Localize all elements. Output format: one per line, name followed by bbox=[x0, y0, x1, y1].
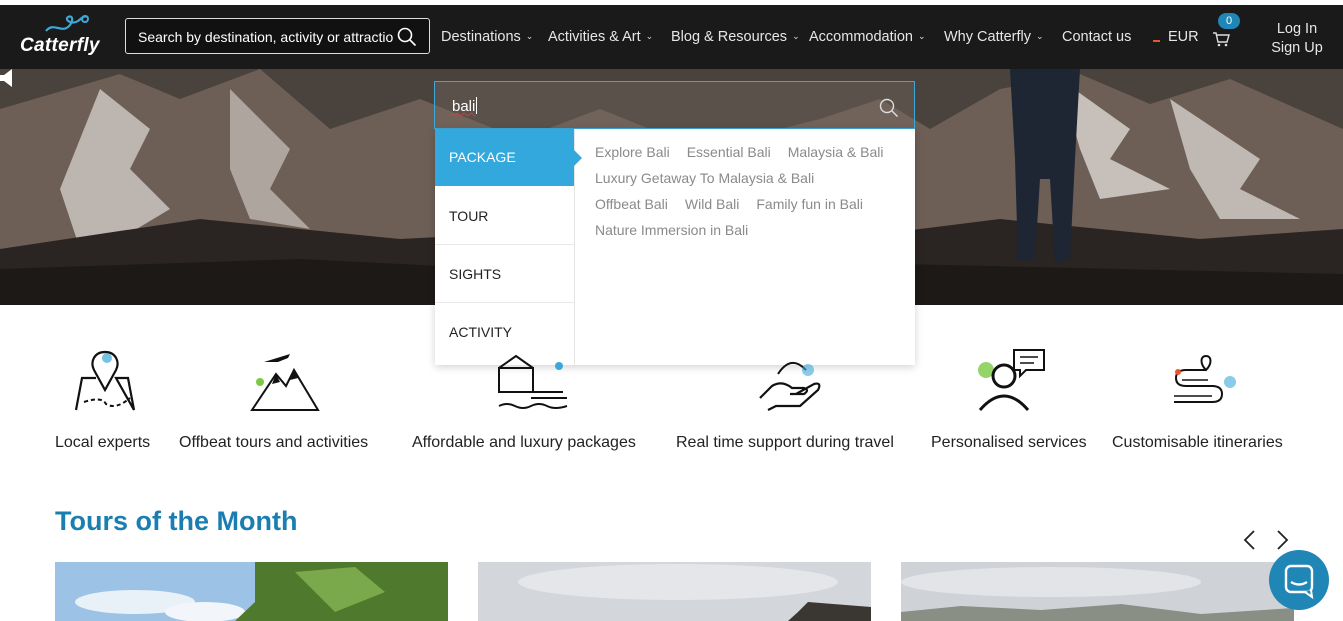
feature-label: Personalised services bbox=[931, 434, 1087, 451]
category-tour[interactable]: TOUR bbox=[435, 188, 574, 245]
resort-icon bbox=[498, 354, 568, 409]
currency-dash bbox=[1153, 40, 1160, 42]
suggestion-link[interactable]: Luxury Getaway To Malaysia & Bali bbox=[595, 165, 814, 191]
butterfly-logo-icon bbox=[45, 15, 89, 32]
search-query: bali bbox=[452, 97, 478, 115]
chat-launcher-button[interactable] bbox=[1269, 550, 1329, 610]
feature-label: Offbeat tours and activities bbox=[179, 434, 369, 451]
header-search-placeholder: Search by destination, activity or attra… bbox=[138, 29, 394, 45]
person-chat-icon bbox=[978, 349, 1045, 411]
suggestion-link[interactable]: Malaysia & Bali bbox=[788, 139, 884, 165]
tour-card-image bbox=[478, 562, 871, 621]
chevron-down-icon: ⌄ bbox=[792, 31, 800, 41]
tour-card-image bbox=[901, 562, 1294, 621]
chevron-down-icon: ⌄ bbox=[645, 31, 654, 41]
suggestion-link[interactable]: Explore Bali bbox=[595, 139, 670, 165]
nav-blog-resources[interactable]: Blog & Resources ⌄ bbox=[671, 29, 800, 45]
chat-icon bbox=[1284, 564, 1314, 600]
carousel-arrows bbox=[1243, 530, 1289, 550]
feature-label: Local experts bbox=[55, 434, 151, 451]
section-title: Tours of the Month bbox=[55, 506, 298, 536]
text-caret bbox=[476, 97, 478, 114]
cart-count-badge: 0 bbox=[1218, 13, 1240, 29]
map-pin-icon bbox=[74, 350, 136, 411]
logo-text: Catterfly bbox=[20, 35, 100, 56]
chevron-down-icon: ⌄ bbox=[1036, 31, 1044, 41]
search-icon[interactable] bbox=[879, 98, 899, 118]
nav-activities-art[interactable]: Activities & Art ⌄ bbox=[548, 29, 653, 45]
suggestion-link[interactable]: Wild Bali bbox=[685, 191, 739, 217]
nav-contact-us[interactable]: Contact us bbox=[1062, 29, 1131, 45]
header-search-input[interactable]: Search by destination, activity or attra… bbox=[125, 18, 430, 54]
chevron-down-icon: ⌄ bbox=[917, 31, 926, 41]
logo[interactable]: Catterfly bbox=[18, 11, 100, 61]
cart-icon[interactable] bbox=[1212, 31, 1230, 47]
tour-card[interactable] bbox=[55, 562, 448, 621]
suggestion-link[interactable]: Essential Bali bbox=[687, 139, 771, 165]
search-suggestions-dropdown: PACKAGE TOUR SIGHTS ACTIVITY Explore Bal… bbox=[435, 129, 915, 365]
category-sights[interactable]: SIGHTS bbox=[435, 246, 574, 303]
tour-card[interactable] bbox=[901, 562, 1294, 621]
account-links: Log In Sign Up bbox=[1262, 20, 1332, 58]
suggestion-link[interactable]: Offbeat Bali bbox=[595, 191, 668, 217]
tour-card[interactable] bbox=[478, 562, 871, 621]
arrow-right-icon[interactable] bbox=[1277, 530, 1289, 550]
feature-label: Real time support during travel bbox=[676, 434, 894, 451]
hand-support-icon bbox=[759, 362, 821, 411]
category-package[interactable]: PACKAGE bbox=[435, 129, 582, 186]
feature-label: Customisable itineraries bbox=[1112, 434, 1283, 451]
suggestion-link[interactable]: Nature Immersion in Bali bbox=[595, 217, 748, 243]
mountain-plane-icon bbox=[250, 354, 320, 411]
currency-selector[interactable]: EUR bbox=[1168, 29, 1199, 45]
nav-destinations[interactable]: Destinations ⌄ bbox=[441, 29, 533, 45]
features-row: Local experts Offbeat tours and activiti… bbox=[0, 340, 1343, 470]
suggestion-link[interactable]: Family fun in Bali bbox=[756, 191, 863, 217]
route-icon bbox=[1174, 354, 1236, 403]
suggestion-categories: PACKAGE TOUR SIGHTS ACTIVITY bbox=[435, 129, 582, 365]
nav-accommodation[interactable]: Accommodation ⌄ bbox=[809, 29, 926, 45]
suggestion-results: Explore Bali Essential Bali Malaysia & Bal… bbox=[595, 139, 905, 243]
login-link[interactable]: Log In bbox=[1262, 20, 1332, 39]
nav-why-catterfly[interactable]: Why Catterfly ⌄ bbox=[944, 29, 1044, 45]
feature-label: Affordable and luxury packages bbox=[412, 434, 636, 451]
destination-search-input[interactable]: bali bbox=[434, 81, 915, 129]
chevron-down-icon: ⌄ bbox=[525, 31, 534, 41]
search-icon[interactable] bbox=[397, 27, 417, 47]
tour-card-image bbox=[55, 562, 448, 621]
volume-mute-icon[interactable] bbox=[0, 69, 16, 87]
signup-link[interactable]: Sign Up bbox=[1262, 39, 1332, 58]
arrow-left-icon[interactable] bbox=[1243, 530, 1255, 550]
site-header: Catterfly Search by destination, activit… bbox=[0, 5, 1343, 69]
